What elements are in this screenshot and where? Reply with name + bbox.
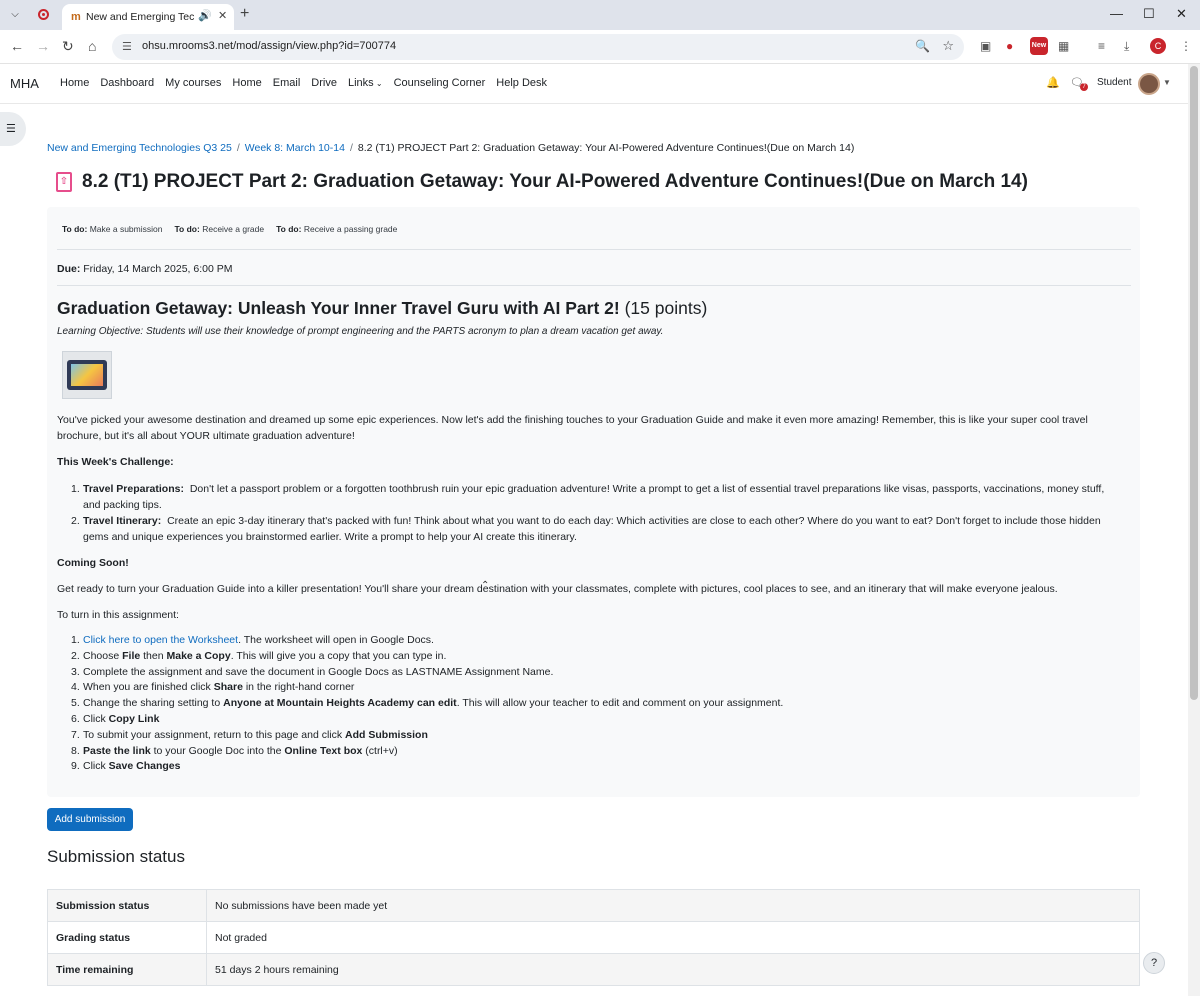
coming-soon-text: Get ready to turn your Graduation Guide … bbox=[57, 583, 1058, 595]
kebab-menu-icon[interactable]: ⋮ bbox=[1180, 39, 1192, 53]
back-arrow-icon[interactable]: ← bbox=[10, 38, 24, 54]
browser-tab[interactable]: m New and Emerging Technol 🔊 ✕ bbox=[62, 4, 234, 30]
submission-status-heading: Submission status bbox=[47, 847, 185, 866]
list-item: 6. Click Copy Link bbox=[71, 712, 160, 725]
url-text[interactable]: ohsu.mrooms3.net/mod/assign/view.php?id=… bbox=[142, 40, 396, 52]
reload-icon[interactable]: ↻ bbox=[62, 38, 74, 55]
scrollbar-thumb[interactable] bbox=[1190, 66, 1198, 700]
todo-passing-grade: To do: Receive a passing grade bbox=[276, 224, 398, 234]
nav-counseling-corner[interactable]: Counseling Corner bbox=[394, 77, 486, 89]
window-close-icon[interactable]: ✕ bbox=[1176, 6, 1187, 22]
maximize-icon[interactable]: ☐ bbox=[1143, 6, 1155, 22]
steps-list: 1. Click here to open the Worksheet. The … bbox=[57, 633, 1117, 775]
intro-paragraph: You've picked your awesome destination a… bbox=[57, 414, 1088, 442]
reading-list-icon[interactable]: ≡ bbox=[1098, 39, 1105, 53]
site-brand[interactable]: MHA bbox=[10, 76, 39, 91]
address-bar[interactable]: ☰ ohsu.mrooms3.net/mod/assign/view.php?i… bbox=[112, 34, 964, 60]
turn-in-label: To turn in this assignment: bbox=[57, 609, 179, 621]
speaker-icon[interactable]: 🔊 bbox=[198, 9, 212, 22]
breadcrumb-course[interactable]: New and Emerging Technologies Q3 25 bbox=[47, 142, 232, 154]
table-row: Submission status No submissions have be… bbox=[47, 889, 1140, 922]
add-submission-button[interactable]: Add submission bbox=[47, 808, 133, 831]
browser-toolbar: ← → ↻ ⌂ ☰ ohsu.mrooms3.net/mod/assign/vi… bbox=[0, 30, 1200, 64]
todo-make-submission: To do: Make a submission bbox=[62, 224, 163, 234]
table-row: Time remaining 51 days 2 hours remaining bbox=[47, 953, 1140, 986]
challenge-list: 1. Travel Preparations: Don't let a passp… bbox=[57, 481, 1117, 545]
worksheet-link[interactable]: Click here to open the Worksheet bbox=[83, 634, 238, 646]
list-item: 8. Paste the link to your Google Doc into… bbox=[71, 744, 398, 757]
tab-title: New and Emerging Technol bbox=[86, 11, 194, 23]
list-item: 2. Choose File then Make a Copy. This wil… bbox=[71, 649, 447, 662]
learning-objective: Learning Objective: Students will use th… bbox=[57, 326, 664, 337]
chevron-down-icon: ⌄ bbox=[373, 79, 383, 88]
page-header: ⇧ 8.2 (T1) PROJECT Part 2: Graduation Ge… bbox=[56, 171, 1028, 193]
extension-red-icon[interactable]: ● bbox=[1006, 39, 1013, 53]
mouse-cursor-icon: ⌃ bbox=[481, 580, 490, 591]
home-icon[interactable]: ⌂ bbox=[88, 38, 96, 54]
site-info-icon[interactable]: ☰ bbox=[122, 40, 132, 53]
profile-avatar[interactable]: C bbox=[1150, 38, 1166, 54]
download-icon[interactable]: ⤓ bbox=[1124, 39, 1129, 54]
nav-email[interactable]: Email bbox=[273, 77, 301, 89]
record-icon[interactable] bbox=[38, 9, 49, 20]
help-button[interactable]: ? bbox=[1143, 952, 1165, 974]
list-item: 7. To submit your assignment, return to t… bbox=[71, 728, 428, 741]
list-item: 1. Click here to open the Worksheet. The … bbox=[71, 634, 434, 646]
due-date: Due: Friday, 14 March 2025, 6:00 PM bbox=[57, 263, 233, 275]
cast-icon[interactable]: ▣ bbox=[980, 39, 991, 53]
m-favicon-icon: m bbox=[71, 11, 81, 23]
divider bbox=[57, 285, 1131, 286]
nav-dashboard[interactable]: Dashboard bbox=[100, 77, 154, 89]
avatar[interactable] bbox=[1138, 73, 1160, 95]
page-title: 8.2 (T1) PROJECT Part 2: Graduation Geta… bbox=[82, 171, 1028, 192]
notification-bell-icon[interactable]: 🔔 bbox=[1046, 76, 1060, 89]
breadcrumb-current: 8.2 (T1) PROJECT Part 2: Graduation Geta… bbox=[357, 142, 855, 154]
list-item: 1. Travel Preparations: Don't let a passp… bbox=[71, 483, 1105, 511]
minimize-icon[interactable]: — bbox=[1110, 6, 1123, 21]
nav-home-2[interactable]: Home bbox=[232, 77, 261, 89]
breadcrumb: New and Emerging Technologies Q3 25/Week… bbox=[47, 142, 855, 154]
forward-arrow-icon[interactable]: → bbox=[36, 38, 50, 54]
zoom-magnifier-icon[interactable]: 🔍 bbox=[915, 39, 930, 53]
challenge-heading: This Week's Challenge: bbox=[57, 456, 174, 468]
list-item: 5. Change the sharing setting to Anyone a… bbox=[71, 697, 784, 710]
extensions-puzzle-icon[interactable]: ▦ bbox=[1058, 39, 1069, 53]
nav-links[interactable]: Links ⌄ bbox=[348, 77, 383, 89]
completion-requirements: To do: Make a submission To do: Receive … bbox=[62, 224, 397, 234]
list-item: 2. Travel Itinerary: Create an epic 3-day… bbox=[71, 515, 1101, 543]
new-tab-plus-icon[interactable]: + bbox=[240, 5, 249, 23]
browser-tab-bar: ⌵ m New and Emerging Technol 🔊 ✕ + — ☐ ✕ bbox=[0, 0, 1200, 30]
nav-help-desk[interactable]: Help Desk bbox=[496, 77, 547, 89]
intro-heading: Graduation Getaway: Unleash Your Inner T… bbox=[57, 298, 708, 318]
nav-home[interactable]: Home bbox=[60, 77, 89, 89]
site-navbar: MHA Home Dashboard My courses Home Email… bbox=[0, 64, 1188, 104]
list-item: 4. When you are finished click Share in t… bbox=[71, 681, 355, 694]
tablet-image bbox=[62, 351, 112, 399]
messages-count-badge: 7 bbox=[1080, 83, 1088, 91]
extension-new-badge[interactable]: New bbox=[1030, 37, 1048, 55]
nav-my-courses[interactable]: My courses bbox=[165, 77, 221, 89]
coming-soon-heading: Coming Soon! bbox=[57, 557, 129, 569]
user-name[interactable]: Student bbox=[1097, 77, 1131, 88]
primary-navigation: Home Dashboard My courses Home Email Dri… bbox=[60, 77, 547, 89]
bookmark-star-icon[interactable]: ☆ bbox=[942, 38, 954, 54]
tab-list-chevron-icon[interactable]: ⌵ bbox=[6, 6, 24, 24]
table-row: Grading status Not graded bbox=[47, 921, 1140, 954]
list-item: 3. Complete the assignment and save the d… bbox=[71, 665, 554, 678]
submission-status-table: Submission status No submissions have be… bbox=[47, 889, 1140, 986]
course-index-toggle[interactable]: ☰ bbox=[0, 112, 26, 146]
user-menu-chevron-icon[interactable]: ▼ bbox=[1163, 78, 1171, 87]
close-tab-icon[interactable]: ✕ bbox=[218, 9, 227, 22]
todo-receive-grade: To do: Receive a grade bbox=[174, 224, 265, 234]
list-item: 9. Click Save Changes bbox=[71, 760, 181, 773]
assignment-icon: ⇧ bbox=[56, 172, 72, 192]
divider bbox=[57, 249, 1131, 250]
list-icon: ☰ bbox=[6, 123, 16, 135]
breadcrumb-week[interactable]: Week 8: March 10-14 bbox=[245, 142, 345, 154]
nav-drive[interactable]: Drive bbox=[311, 77, 337, 89]
